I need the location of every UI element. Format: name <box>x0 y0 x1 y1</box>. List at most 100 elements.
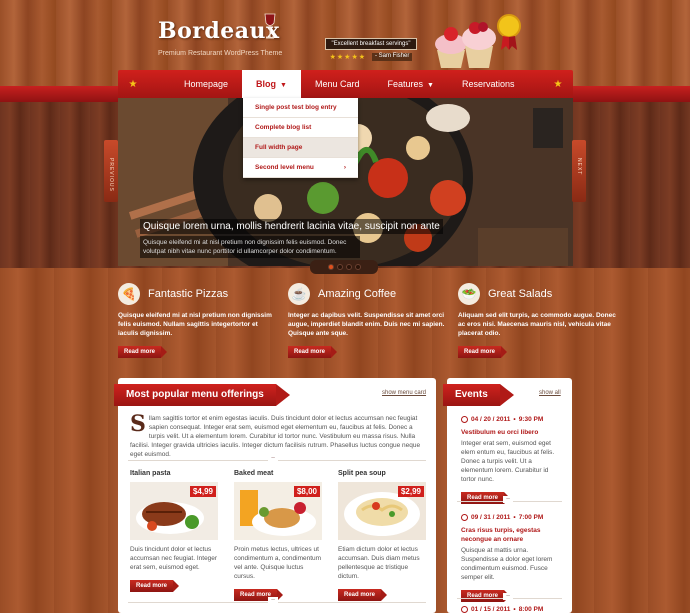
nav-reservations[interactable]: Reservations <box>448 70 529 98</box>
dropdown-item-label: Second level menu <box>255 164 314 171</box>
testimonial-quote: "Excellent breakfast servings" <box>325 38 417 50</box>
dish-text: Duis tincidunt dolor et lectus accumsan … <box>130 546 218 571</box>
dropdown-item-label: Single post test blog entry <box>255 104 337 111</box>
dish-name: Baked meat <box>234 470 274 477</box>
bullet: • <box>513 606 516 613</box>
feature-text: Aliquam sed elit turpis, ac commodo augu… <box>458 312 616 337</box>
slider-dot[interactable] <box>327 264 334 270</box>
feature-coffee: ☕ Amazing Coffee Integer ac dapibus veli… <box>288 283 448 358</box>
event-title[interactable]: Vestibulum eu orci libero <box>461 428 561 437</box>
price-badge: $8,00 <box>293 486 320 497</box>
chevron-down-icon: ▼ <box>280 82 287 89</box>
feature-title: Fantastic Pizzas <box>148 288 229 300</box>
dish-text: Etiam dictum dolor et lectus accumsan. D… <box>338 546 420 580</box>
menu-intro: Sllam sagittis tortor et enim egestas ia… <box>130 411 430 459</box>
event-date: 09 / 31 / 2011 • 7:00 PM <box>461 514 561 521</box>
event-item: 09 / 31 / 2011 • 7:00 PM Cras risus turpis… <box>461 514 561 602</box>
ornament-icon: ~ <box>268 597 279 604</box>
slider-caption: Quisque lorem urna, mollis hendrerit lac… <box>140 216 445 258</box>
star-icon: ★ <box>128 78 138 90</box>
feature-text: Integer ac dapibus velit. Suspendisse si… <box>288 312 445 337</box>
event-date-text: 04 / 20 / 2011 <box>471 416 511 423</box>
nav-menu-card[interactable]: Menu Card <box>301 70 374 98</box>
read-more-button[interactable]: Read more <box>458 346 508 358</box>
slider-pagination <box>310 260 378 274</box>
slider-dot[interactable] <box>345 264 352 270</box>
event-item: 01 / 15 / 2011 • 8:00 PM <box>461 606 561 613</box>
price-badge: $4,99 <box>189 486 216 497</box>
show-all-events-link[interactable]: show all <box>539 390 561 396</box>
pizza-icon: 🍕 <box>118 283 140 305</box>
dish-image[interactable]: $2,99 <box>338 482 426 540</box>
dropdown-item-label: Full width page <box>255 144 303 151</box>
event-title[interactable]: Cras risus turpis, egestas necongue an o… <box>461 526 561 544</box>
read-more-button[interactable]: Read more <box>338 589 388 601</box>
prev-label: PREVIOUS <box>108 158 114 192</box>
chevron-down-icon: ▼ <box>427 82 434 89</box>
chevron-right-icon: › <box>343 164 346 171</box>
read-more-button[interactable]: Read more <box>461 492 511 504</box>
event-date: 04 / 20 / 2011 • 9:30 PM <box>461 416 561 423</box>
cupcakes-image <box>435 14 521 68</box>
event-date: 01 / 15 / 2011 • 8:00 PM <box>461 606 561 613</box>
rating-stars: ★★★★★ <box>329 54 367 61</box>
star-icon: ★ <box>553 78 563 90</box>
read-more-button[interactable]: Read more <box>130 580 180 592</box>
event-item: 04 / 20 / 2011 • 9:30 PM Vestibulum eu orc… <box>461 416 561 504</box>
coffee-icon: ☕ <box>288 283 310 305</box>
event-date-text: 09 / 31 / 2011 <box>471 514 511 521</box>
event-time: 9:30 PM <box>518 416 544 423</box>
event-time: 8:00 PM <box>518 606 544 613</box>
dropdown-item[interactable]: Complete blog list <box>243 118 358 138</box>
clock-icon <box>461 514 468 521</box>
dish-card: Split pea soup $2,99 Etiam dictum dolor … <box>338 470 426 601</box>
ornament-icon: ~ <box>503 593 514 600</box>
event-text: Integer erat sem, euismod eget elem entu… <box>461 440 555 483</box>
nav-blog-label: Blog <box>256 79 277 89</box>
slider-next-button[interactable]: NEXT <box>572 140 586 202</box>
testimonial-author: - Sam Fisher <box>372 53 413 61</box>
read-more-button[interactable]: Read more <box>288 346 338 358</box>
feature-title: Great Salads <box>488 288 553 300</box>
ornament-icon: ~ <box>268 455 279 462</box>
logo-subtitle: Premium Restaurant WordPress Theme <box>158 50 283 57</box>
bullet: • <box>513 416 516 423</box>
slider-dot[interactable] <box>336 264 343 270</box>
menu-intro-text: llam sagittis tortor et enim egestas iac… <box>130 415 421 458</box>
dropdown-item[interactable]: Full width page <box>243 138 358 158</box>
nav-blog[interactable]: Blog ▼ <box>242 70 301 98</box>
nav-features-label: Features <box>387 79 424 89</box>
nav-homepage[interactable]: Homepage <box>170 70 242 98</box>
next-label: NEXT <box>576 158 582 176</box>
blog-dropdown-menu: Single post test blog entry Complete blo… <box>243 98 358 178</box>
events-panel: Events show all 04 / 20 / 2011 • 9:30 PM V… <box>443 378 572 613</box>
dropdown-item[interactable]: Second level menu › <box>243 158 358 178</box>
dish-name: Split pea soup <box>338 470 386 477</box>
dish-text: Proin metus lectus, ultrices ut condimen… <box>234 546 322 580</box>
bullet: • <box>513 514 516 521</box>
event-date-text: 01 / 15 / 2011 <box>471 606 511 613</box>
feature-pizzas: 🍕 Fantastic Pizzas Quisque eleifend mi a… <box>118 283 278 358</box>
dish-card: Baked meat $8,00 Proin metus lectus, ult… <box>234 470 322 601</box>
clock-icon <box>461 416 468 423</box>
dish-image[interactable]: $8,00 <box>234 482 322 540</box>
dropcap: S <box>130 411 146 437</box>
dropdown-item[interactable]: Single post test blog entry <box>243 98 358 118</box>
slider-prev-button[interactable]: PREVIOUS <box>104 140 118 202</box>
ornament-icon: ~ <box>503 496 514 503</box>
testimonial: "Excellent breakfast servings" ★★★★★ - S… <box>325 38 417 61</box>
events-panel-title: Events <box>443 384 514 406</box>
dropdown-item-label: Complete blog list <box>255 124 312 131</box>
dish-name: Italian pasta <box>130 470 171 477</box>
feature-title: Amazing Coffee <box>318 288 397 300</box>
dish-card: Italian pasta $4,99 Duis tincidunt dolor… <box>130 470 218 592</box>
salad-icon: 🥗 <box>458 283 480 305</box>
nav-features[interactable]: Features ▼ <box>374 70 448 98</box>
read-more-button[interactable]: Read more <box>118 346 168 358</box>
read-more-button[interactable]: Read more <box>461 590 511 602</box>
show-menu-card-link[interactable]: show menu card <box>382 390 426 396</box>
event-time: 7:00 PM <box>518 514 544 521</box>
wine-glass-icon <box>264 13 276 39</box>
slider-dot[interactable] <box>354 264 361 270</box>
dish-image[interactable]: $4,99 <box>130 482 218 540</box>
